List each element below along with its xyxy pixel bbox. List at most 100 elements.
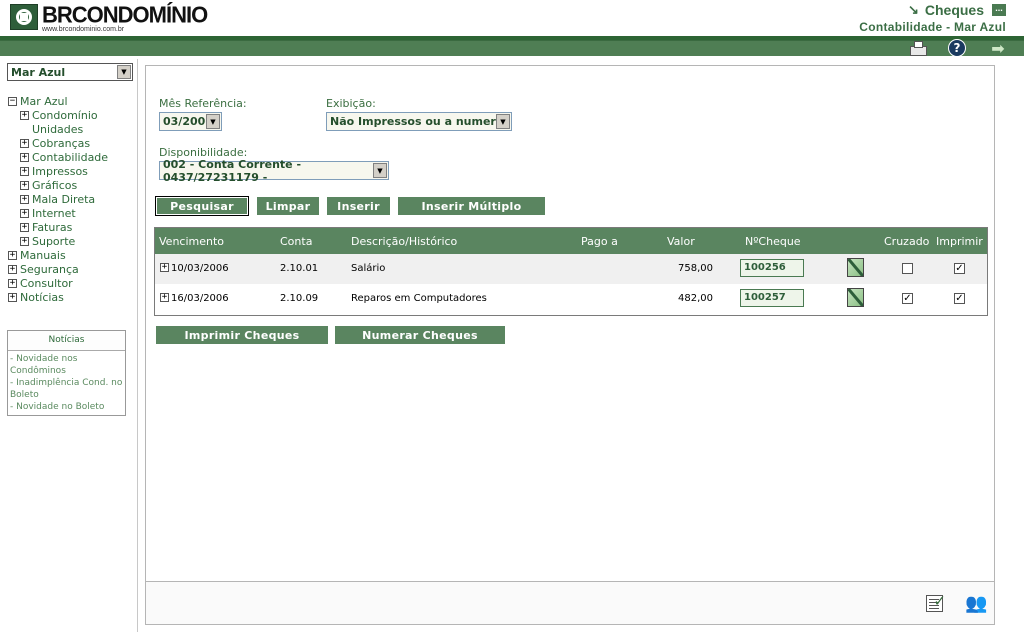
expand-icon[interactable]: +	[20, 209, 29, 218]
tree-label: Faturas	[32, 221, 73, 234]
col-pago-a[interactable]: Pago a	[581, 235, 618, 248]
tree-label: Manuais	[20, 249, 66, 262]
help-glyph: ?	[948, 39, 966, 57]
tree-item-contabilidade[interactable]: + Contabilidade	[8, 151, 136, 165]
col-imprimir[interactable]: Imprimir	[936, 235, 983, 248]
col-cruzado[interactable]: Cruzado	[884, 235, 929, 248]
tree-label: Mar Azul	[20, 95, 68, 108]
tree-item-graficos[interactable]: + Gráficos	[8, 179, 136, 193]
users-icon[interactable]: 👥	[962, 592, 987, 614]
tree-item-mar-azul[interactable]: − Mar Azul	[8, 95, 136, 109]
expand-icon[interactable]: +	[20, 167, 29, 176]
cell-descricao: Reparos em Computadores	[351, 293, 487, 304]
chevron-down-icon[interactable]: ▼	[496, 114, 510, 129]
cell-conta: 2.10.09	[280, 293, 319, 304]
tree-label: Mala Direta	[32, 193, 96, 206]
expand-icon[interactable]: +	[20, 111, 29, 120]
expand-icon[interactable]: +	[20, 195, 29, 204]
mes-referencia-select[interactable]: 03/2006 ▼	[159, 112, 222, 131]
pesquisar-button[interactable]: Pesquisar	[155, 196, 249, 216]
expand-icon[interactable]: +	[20, 181, 29, 190]
more-options-button[interactable]: ...	[992, 4, 1006, 16]
expand-icon[interactable]: +	[20, 223, 29, 232]
imprimir-checkbox[interactable]: ✓	[954, 263, 965, 274]
tree-item-consultor[interactable]: + Consultor	[8, 277, 136, 291]
imprimir-cheques-button[interactable]: Imprimir Cheques	[156, 326, 328, 344]
title-area: ↘ Cheques ... Contabilidade - Mar Azul	[859, 2, 1006, 34]
expand-icon[interactable]: +	[8, 251, 17, 260]
tree-item-condominio-unidades[interactable]: + Condomínio Unidades	[8, 109, 136, 137]
sidebar: Mar Azul ▼ − Mar Azul + Condomínio Unidade…	[0, 59, 138, 632]
imprimir-checkbox[interactable]: ✓	[954, 293, 965, 304]
expand-icon[interactable]: +	[20, 153, 29, 162]
tree-item-internet[interactable]: + Internet	[8, 207, 136, 221]
cheque-number-input[interactable]: 100257	[740, 289, 804, 307]
expand-icon[interactable]: +	[20, 139, 29, 148]
logo-badge-icon	[10, 4, 38, 30]
help-icon[interactable]: ?	[947, 39, 967, 57]
tree-item-manuais[interactable]: + Manuais	[8, 249, 136, 263]
news-item[interactable]: - Novidade nos Condôminos	[10, 353, 123, 377]
numerar-cheques-button[interactable]: Numerar Cheques	[335, 326, 505, 344]
tree-label: Internet	[32, 207, 76, 220]
exibicao-label: Exibição:	[326, 97, 376, 110]
expand-icon[interactable]: +	[8, 265, 17, 274]
tree-label: Cobranças	[32, 137, 91, 150]
chevron-down-icon[interactable]: ▼	[373, 163, 387, 178]
printer-icon[interactable]	[908, 39, 928, 57]
condominium-select-value: Mar Azul	[11, 65, 66, 79]
tree-item-mala-direta[interactable]: + Mala Direta	[8, 193, 136, 207]
col-conta[interactable]: Conta	[280, 235, 312, 248]
tree-label: Notícias	[20, 291, 64, 304]
expand-icon[interactable]: +	[20, 237, 29, 246]
col-vencimento[interactable]: Vencimento	[159, 235, 224, 248]
table-row[interactable]: + 16/03/2006 2.10.09 Reparos em Computad…	[155, 284, 987, 314]
cell-vencimento: 10/03/2006	[171, 263, 229, 274]
col-descricao[interactable]: Descrição/Histórico	[351, 235, 457, 248]
expand-row-icon[interactable]: +	[160, 263, 169, 272]
inserir-button[interactable]: Inserir	[327, 197, 390, 215]
col-ncheque[interactable]: NºCheque	[745, 235, 801, 248]
disponibilidade-select[interactable]: 002 - Conta Corrente - 0437/27231179 - ▼	[159, 158, 389, 184]
tree-label: Condomínio Unidades	[32, 109, 98, 136]
chevron-down-icon[interactable]: ▼	[117, 65, 131, 79]
exit-arrow-icon[interactable]: ➡	[988, 39, 1008, 58]
news-item[interactable]: - Inadimplência Cond. no Boleto	[10, 377, 123, 401]
cell-conta: 2.10.01	[280, 263, 319, 274]
news-box: Notícias - Novidade nos Condôminos - Ina…	[7, 330, 126, 416]
tree-label: Suporte	[32, 235, 76, 248]
main-panel: Mês Referência: 03/2006 ▼ Exibição: Não …	[145, 65, 995, 625]
chevron-down-icon[interactable]: ▼	[206, 114, 220, 129]
cruzado-checkbox[interactable]	[902, 263, 913, 274]
tree-item-noticias[interactable]: + Notícias	[8, 291, 136, 305]
tree-item-faturas[interactable]: + Faturas	[8, 221, 136, 235]
toolbar: ? ➡	[0, 37, 1024, 59]
page-subtitle: Contabilidade - Mar Azul	[859, 20, 1006, 34]
table-row[interactable]: + 10/03/2006 2.10.01 Salário 758,00 1002…	[155, 254, 987, 284]
tree-item-suporte[interactable]: + Suporte	[8, 235, 136, 249]
exibicao-select[interactable]: Não Impressos ou a numerar ▼	[326, 112, 512, 131]
inserir-multiplo-button[interactable]: Inserir Múltiplo	[398, 197, 545, 215]
brcondominio-logo[interactable]: BRCONDOMÍNIO www.brcondominio.com.br	[10, 3, 208, 33]
arrow-down-right-icon: ↘	[907, 2, 919, 17]
cruzado-checkbox[interactable]: ✓	[902, 293, 913, 304]
col-valor[interactable]: Valor	[667, 235, 695, 248]
report-check-icon[interactable]: ✓	[922, 592, 946, 614]
news-item[interactable]: - Novidade no Boleto	[10, 401, 123, 413]
header: BRCONDOMÍNIO www.brcondominio.com.br ↘ C…	[0, 0, 1024, 36]
tree-item-seguranca[interactable]: + Segurança	[8, 263, 136, 277]
edit-pencil-icon[interactable]	[847, 258, 864, 277]
tree-item-cobrancas[interactable]: + Cobranças	[8, 137, 136, 151]
limpar-button[interactable]: Limpar	[257, 197, 319, 215]
table-header: Vencimento Conta Descrição/Histórico Pag…	[155, 228, 987, 254]
expand-icon[interactable]: +	[8, 293, 17, 302]
collapse-icon[interactable]: −	[8, 97, 17, 106]
edit-pencil-icon[interactable]	[847, 288, 864, 307]
expand-row-icon[interactable]: +	[160, 293, 169, 302]
cheque-number-input[interactable]: 100256	[740, 259, 804, 277]
condominium-select[interactable]: Mar Azul ▼	[7, 63, 133, 81]
cell-descricao: Salário	[351, 263, 386, 274]
tree-item-impressos[interactable]: + Impressos	[8, 165, 136, 179]
tree-label: Segurança	[20, 263, 79, 276]
expand-icon[interactable]: +	[8, 279, 17, 288]
